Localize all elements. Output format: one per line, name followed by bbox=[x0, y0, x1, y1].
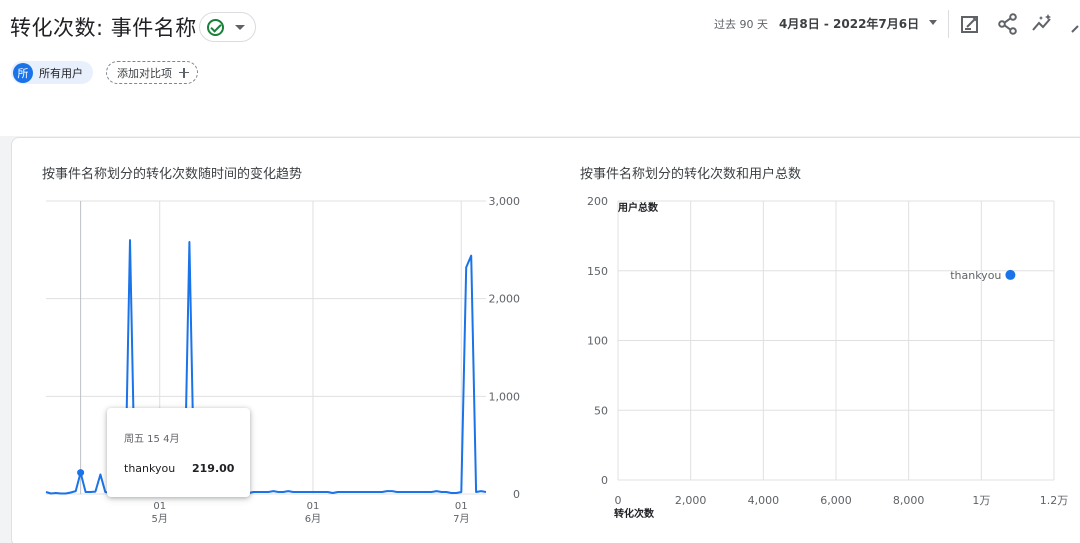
y-tick-label: 150 bbox=[587, 265, 608, 278]
y-axis-label: 用户总数 bbox=[617, 201, 659, 214]
insights-icon[interactable] bbox=[1031, 12, 1055, 36]
date-range-picker[interactable]: 4月8日 - 2022年7月6日 bbox=[779, 15, 919, 32]
chart-tooltip: 周五 15 4月 thankyou 219.00 bbox=[107, 408, 250, 497]
y-tick-label: 3,000 bbox=[489, 195, 521, 208]
y-tick-label: 100 bbox=[587, 335, 608, 348]
y-tick-label: 0 bbox=[601, 474, 608, 487]
tooltip-series-name: thankyou bbox=[124, 462, 176, 475]
line-chart[interactable]: 01,0002,0003,000015月016月017月 bbox=[12, 138, 542, 538]
avatar: 所 bbox=[13, 62, 33, 83]
x-tick-label: 01 bbox=[455, 501, 468, 512]
add-comparison-label: 添加对比项 bbox=[117, 66, 172, 80]
chevron-down-icon bbox=[235, 25, 245, 30]
check-circle-icon bbox=[207, 19, 224, 36]
highlight-point bbox=[77, 469, 85, 477]
y-tick-label: 1,000 bbox=[489, 390, 521, 403]
charts-card: 按事件名称划分的转化次数随时间的变化趋势 按事件名称划分的转化次数和用户总数 0… bbox=[11, 137, 1080, 543]
tooltip-date: 周五 15 4月 bbox=[124, 434, 180, 445]
x-tick-label: 5月 bbox=[152, 513, 168, 525]
y-tick-label: 200 bbox=[587, 195, 608, 208]
plus-icon bbox=[179, 67, 189, 78]
x-tick-label: 1.2万 bbox=[1040, 494, 1069, 507]
y-tick-label: 0 bbox=[513, 488, 520, 501]
x-tick-label: 01 bbox=[307, 501, 320, 512]
x-tick-label: 7月 bbox=[453, 513, 469, 525]
share-icon[interactable] bbox=[996, 12, 1020, 36]
edit-report-icon[interactable] bbox=[959, 12, 983, 36]
y-tick-label: 2,000 bbox=[489, 293, 521, 306]
page-title: 转化次数: 事件名称 bbox=[10, 16, 197, 40]
x-tick-label: 1万 bbox=[972, 494, 990, 507]
x-tick-label: 0 bbox=[615, 494, 622, 507]
x-tick-label: 2,000 bbox=[675, 494, 707, 507]
x-tick-label: 6月 bbox=[305, 513, 321, 525]
scatter-chart[interactable]: 0 50 100 150 200 0 2,000 4,000 6,000 8,000 1万 1.2万 用… bbox=[552, 138, 1072, 538]
x-tick-label: 01 bbox=[153, 501, 166, 512]
x-tick-label: 6,000 bbox=[820, 494, 852, 507]
scatter-point-label: thankyou bbox=[950, 269, 1001, 282]
x-tick-label: 4,000 bbox=[748, 494, 780, 507]
y-tick-label: 50 bbox=[594, 404, 608, 417]
overflow-icon[interactable] bbox=[1068, 12, 1080, 36]
report-header: 转化次数: 事件名称 过去 90 天 4月8日 - 2022年7月6日 所 所有… bbox=[0, 0, 1080, 136]
toolbar-divider bbox=[948, 10, 949, 38]
chevron-down-icon[interactable] bbox=[929, 20, 937, 25]
date-range-prefix[interactable]: 过去 90 天 bbox=[714, 16, 768, 32]
add-comparison-button[interactable]: 添加对比项 bbox=[106, 61, 198, 84]
tooltip-value: 219.00 bbox=[192, 462, 235, 475]
x-tick-label: 8,000 bbox=[893, 494, 925, 507]
scatter-point-thankyou bbox=[1005, 269, 1016, 280]
report-status-dropdown[interactable] bbox=[199, 12, 256, 42]
x-axis-label: 转化次数 bbox=[614, 507, 655, 520]
segment-chip-all-users[interactable]: 所 所有用户 bbox=[11, 61, 93, 84]
segment-label: 所有用户 bbox=[39, 66, 83, 80]
